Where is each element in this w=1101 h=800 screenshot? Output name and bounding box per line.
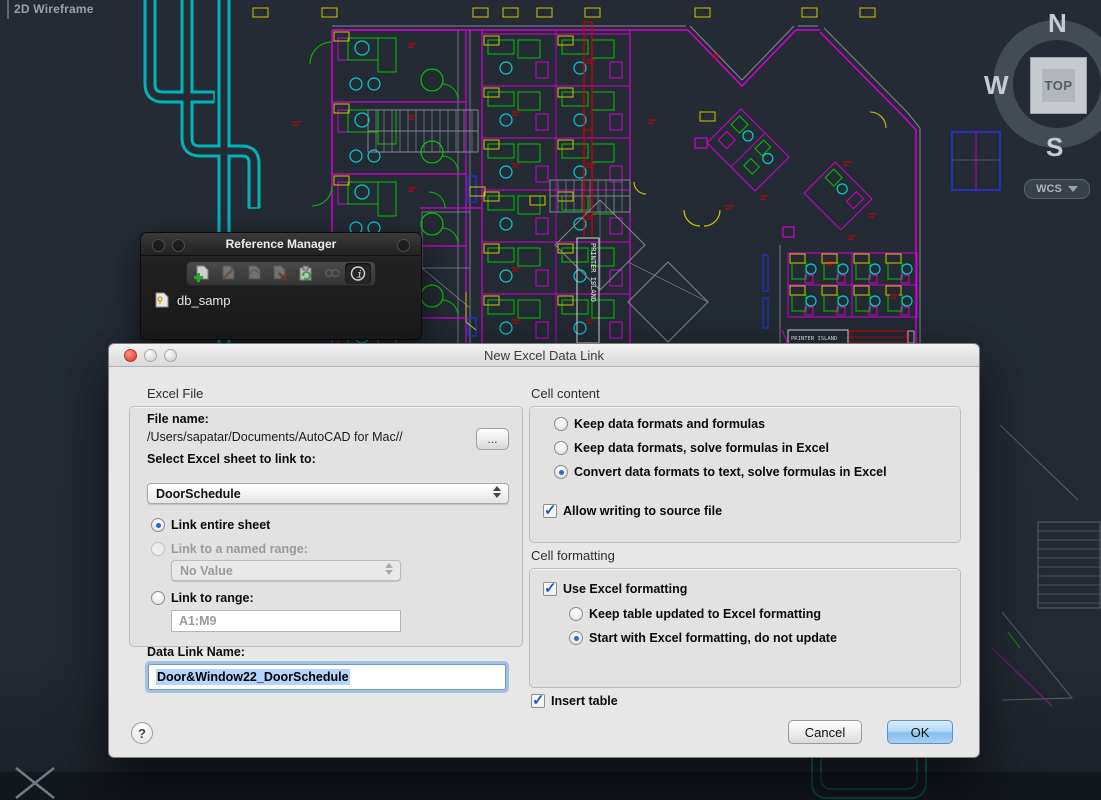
bottom-shade [0, 772, 1101, 800]
compass-west[interactable]: W [984, 70, 1009, 101]
range-input[interactable]: A1:M9 [171, 610, 401, 632]
reload-clipboard-icon [297, 265, 315, 282]
data-link-name-value: Door&Window22_DoorSchedule [156, 669, 350, 685]
viewport-label-divider [7, 0, 9, 19]
named-range-value: No Value [180, 564, 233, 578]
wcs-dropdown[interactable]: WCS [1024, 179, 1090, 199]
start-with-formatting-radio[interactable] [569, 631, 583, 645]
viewcube-top-face[interactable]: TOP [1030, 57, 1087, 114]
unload-reference-button[interactable] [319, 263, 345, 284]
link-chain-icon [323, 265, 341, 282]
chevron-down-icon [1068, 186, 1078, 192]
stepper-arrows-icon [385, 563, 393, 575]
link-to-range-radio[interactable] [151, 591, 165, 605]
reference-manager-toolbar: i [186, 261, 376, 286]
link-entire-sheet-label: Link entire sheet [171, 518, 270, 532]
ok-button[interactable]: OK [887, 720, 953, 744]
autocad-viewport: PRINTER ISLAND PRINTER ISLAND 2D Wirefram… [0, 0, 1101, 800]
ucs-cross-icon [10, 762, 58, 800]
elevator-core [555, 112, 886, 342]
printer-island-vertical-label: PRINTER ISLAND [589, 243, 597, 302]
visual-style-label[interactable]: 2D Wireframe [14, 2, 94, 16]
reference-manager-title: Reference Manager [226, 237, 337, 251]
dialog-minimize-button[interactable] [144, 349, 157, 362]
reference-list-item[interactable]: db_samp [155, 292, 230, 308]
blue-room [952, 132, 1000, 190]
dialog-zoom-button[interactable] [164, 349, 177, 362]
open-page-icon [245, 265, 263, 282]
select-sheet-label: Select Excel sheet to link to: [147, 452, 316, 466]
keep-formats-solve-label: Keep data formats, solve formulas in Exc… [574, 441, 829, 455]
dialog-titlebar[interactable]: New Excel Data Link [109, 344, 979, 367]
palette-close-button[interactable] [152, 239, 165, 252]
file-path-text: /Users/sapatar/Documents/AutoCAD for Mac… [147, 430, 403, 444]
diagonal-cubicles [707, 109, 872, 239]
link-named-range-radio[interactable] [151, 542, 165, 556]
start-with-formatting-label: Start with Excel formatting, do not upda… [589, 631, 837, 645]
drawing-file-icon [155, 292, 169, 308]
allow-writing-checkbox[interactable] [543, 504, 557, 518]
help-button[interactable]: ? [131, 722, 153, 744]
palette-collapse-button[interactable] [172, 239, 185, 252]
open-reference-button[interactable] [241, 263, 267, 284]
detach-reference-button[interactable] [267, 263, 293, 284]
reference-item-label: db_samp [177, 293, 230, 308]
use-excel-formatting-label: Use Excel formatting [563, 582, 687, 596]
edit-page-icon [219, 265, 237, 282]
reference-manager-palette: Reference Manager [140, 232, 422, 340]
info-icon: i [349, 265, 367, 282]
dialog-close-button[interactable] [124, 349, 137, 362]
keep-table-updated-label: Keep table updated to Excel formatting [589, 607, 821, 621]
detach-page-icon [271, 265, 289, 282]
attach-page-icon [193, 265, 211, 282]
cell-formatting-section-label: Cell formatting [531, 548, 615, 563]
stepper-arrows-icon [493, 486, 501, 498]
browse-button[interactable]: ... [476, 428, 509, 450]
compass-south[interactable]: S [1046, 132, 1063, 163]
new-excel-data-link-dialog: New Excel Data Link Excel File File name… [108, 343, 980, 758]
printer-island-horizontal: PRINTER ISLAND [763, 245, 917, 345]
link-to-range-label: Link to range: [171, 591, 254, 605]
viewcube-top-label: TOP [1042, 69, 1075, 102]
allow-writing-label: Allow writing to source file [563, 504, 722, 518]
keep-formats-formulas-radio[interactable] [554, 417, 568, 431]
link-named-range-label: Link to a named range: [171, 542, 308, 556]
keep-formats-formulas-label: Keep data formats and formulas [574, 417, 765, 431]
sheet-select-value: DoorSchedule [156, 487, 241, 501]
data-link-name-input[interactable]: Door&Window22_DoorSchedule [148, 664, 506, 690]
named-range-dropdown: No Value [171, 560, 401, 581]
reload-reference-button[interactable] [293, 263, 319, 284]
compass-north[interactable]: N [1048, 8, 1067, 39]
edit-reference-button[interactable] [215, 263, 241, 284]
file-name-label: File name: [147, 412, 209, 426]
right-edge-structures [992, 425, 1100, 706]
sheet-select-dropdown[interactable]: DoorSchedule [147, 483, 509, 504]
cancel-button[interactable]: Cancel [788, 720, 862, 744]
cell-content-section-label: Cell content [531, 386, 600, 401]
keep-formats-solve-radio[interactable] [554, 441, 568, 455]
range-input-value: A1:M9 [179, 614, 217, 628]
excel-file-section-label: Excel File [147, 386, 203, 401]
attach-reference-button[interactable] [189, 263, 215, 284]
keep-table-updated-radio[interactable] [569, 607, 583, 621]
wcs-label: WCS [1036, 183, 1062, 195]
convert-to-text-label: Convert data formats to text, solve form… [574, 465, 887, 479]
reference-info-button[interactable]: i [345, 263, 371, 284]
palette-action-button[interactable] [397, 239, 410, 252]
convert-to-text-radio[interactable] [554, 465, 568, 479]
printer-island-horizontal-label: PRINTER ISLAND [791, 336, 837, 342]
link-entire-sheet-radio[interactable] [151, 518, 165, 532]
insert-table-checkbox[interactable] [531, 694, 545, 708]
data-link-name-label: Data Link Name: [147, 645, 245, 659]
printer-island-vertical: PRINTER ISLAND [577, 22, 599, 343]
svg-text:i: i [357, 270, 363, 281]
use-excel-formatting-checkbox[interactable] [543, 582, 557, 596]
insert-table-label: Insert table [551, 694, 618, 708]
dialog-title: New Excel Data Link [484, 348, 604, 363]
